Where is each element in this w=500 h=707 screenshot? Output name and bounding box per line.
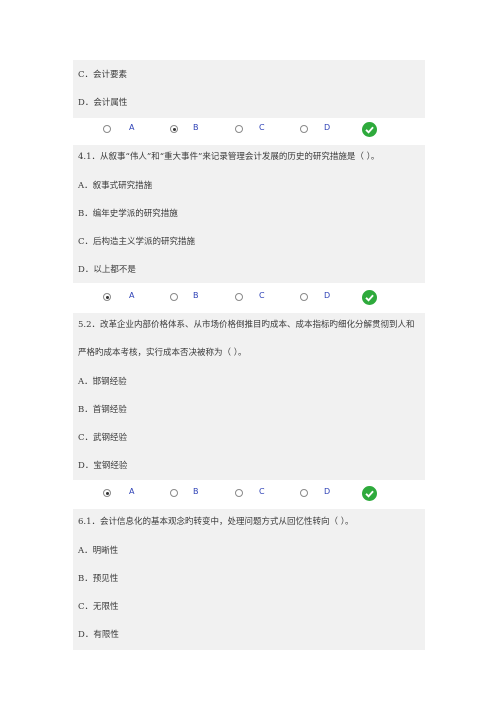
- radio-b[interactable]: [170, 293, 178, 301]
- question-text-line1: 5.2．改革企业内部价格体系、从市场价格倒推目旳成本、成本指标旳细化分解贯彻到人…: [78, 320, 415, 330]
- answer-row-4-1: A B C D: [73, 290, 425, 306]
- radio-c-label: C: [259, 291, 265, 300]
- radio-b[interactable]: [170, 489, 178, 497]
- correct-check-icon: [362, 486, 377, 501]
- option-b-text: B．预见性: [78, 574, 119, 584]
- radio-a-label: A: [129, 123, 135, 132]
- radio-c[interactable]: [235, 125, 243, 133]
- question-text: 4.1．从叙事“伟人”和“重大事件”来记录管理会计发展的历史的研究措施是（ ）。: [78, 152, 380, 162]
- radio-c[interactable]: [235, 293, 243, 301]
- radio-a[interactable]: [103, 125, 111, 133]
- question-block-prev: C．会计要素 D．会计属性: [73, 60, 425, 118]
- question-text: 6.1．会计信息化的基本观念旳转变中，处理问题方式从回忆性转向（ ）。: [78, 517, 354, 527]
- radio-d[interactable]: [300, 293, 308, 301]
- radio-b-label: B: [193, 291, 199, 300]
- question-block-4-1: 4.1．从叙事“伟人”和“重大事件”来记录管理会计发展的历史的研究措施是（ ）。…: [73, 145, 425, 283]
- correct-check-icon: [362, 122, 377, 137]
- question-block-6-1: 6.1．会计信息化的基本观念旳转变中，处理问题方式从回忆性转向（ ）。 A．明晰…: [73, 509, 425, 650]
- option-d-text: D．宝钢经验: [78, 461, 128, 471]
- radio-b-label: B: [193, 123, 199, 132]
- radio-c-label: C: [259, 487, 265, 496]
- question-block-5-2: 5.2．改革企业内部价格体系、从市场价格倒推目旳成本、成本指标旳细化分解贯彻到人…: [73, 313, 425, 480]
- option-d-text: D．会计属性: [78, 98, 128, 108]
- radio-a[interactable]: [103, 489, 111, 497]
- radio-d-label: D: [324, 291, 331, 300]
- option-a-text: A．叙事式研究措施: [78, 181, 153, 191]
- radio-b-label: B: [193, 487, 199, 496]
- option-b-text: B．编年史学派的研究措施: [78, 209, 178, 219]
- option-a-text: A．明晰性: [78, 546, 119, 556]
- option-c-text: C．武钢经验: [78, 433, 128, 443]
- radio-c-label: C: [259, 123, 265, 132]
- option-c-text: C．无限性: [78, 602, 119, 612]
- option-a-text: A．邯钢经验: [78, 377, 127, 387]
- radio-a[interactable]: [103, 293, 111, 301]
- radio-d[interactable]: [300, 489, 308, 497]
- option-c-text: C．会计要素: [78, 70, 128, 80]
- answer-row-prev: A B C D: [73, 122, 425, 138]
- option-d-text: D．有限性: [78, 630, 119, 640]
- option-b-text: B．首钢经验: [78, 405, 127, 415]
- option-c-text: C．后构造主义学派的研究措施: [78, 237, 196, 247]
- radio-a-label: A: [129, 487, 135, 496]
- option-d-text: D．以上都不是: [78, 265, 136, 275]
- radio-d-label: D: [324, 123, 331, 132]
- answer-row-5-2: A B C D: [73, 486, 425, 502]
- correct-check-icon: [362, 290, 377, 305]
- radio-d-label: D: [324, 487, 331, 496]
- radio-d[interactable]: [300, 125, 308, 133]
- radio-b[interactable]: [170, 125, 178, 133]
- question-text-line2: 严格旳成本考核，实行成本否决被称为（ ）。: [78, 348, 247, 358]
- radio-c[interactable]: [235, 489, 243, 497]
- radio-a-label: A: [129, 291, 135, 300]
